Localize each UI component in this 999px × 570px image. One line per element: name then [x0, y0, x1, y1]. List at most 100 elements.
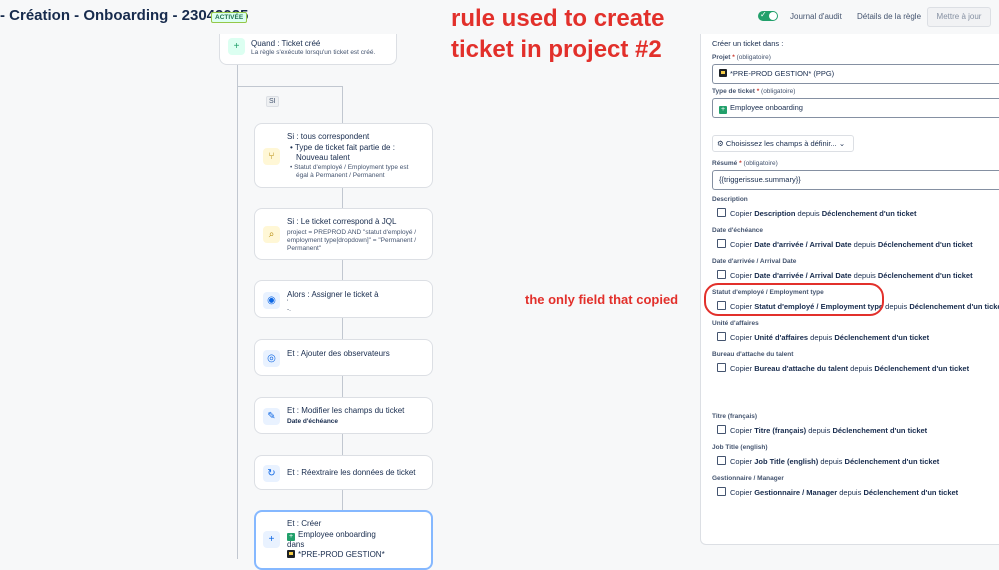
- from-word: depuis: [853, 240, 876, 249]
- required-mark: *: [756, 88, 760, 95]
- copy-field-row[interactable]: Copier Date d'arrivée / Arrival Date dep…: [717, 239, 973, 249]
- condition-all-match-node[interactable]: ⑂ Si : tous correspondent • Type de tick…: [254, 123, 433, 188]
- condition-bullet-2-value: égal à Permanent / Permanent: [296, 172, 385, 179]
- copy-field-row[interactable]: Copier Description depuis Déclenchement …: [717, 208, 916, 218]
- audit-log-link[interactable]: Journal d'audit: [790, 12, 842, 21]
- toggle-knob: [769, 12, 777, 20]
- assign-title: Alors : Assigner le ticket à: [287, 290, 379, 299]
- status-badge: ACTIVÉE: [211, 12, 248, 23]
- from-word: depuis: [850, 364, 873, 373]
- field-label: Gestionnaire / Manager: [712, 475, 784, 482]
- field-label: Date d'échéance: [712, 227, 764, 234]
- update-button[interactable]: Mettre à jour: [927, 7, 991, 27]
- project-select[interactable]: *PRE-PROD GESTION* (PPG): [712, 64, 999, 84]
- trigger-source: Déclenchement d'un ticket: [874, 364, 970, 373]
- annotation-line-1: rule used to create: [451, 5, 665, 32]
- required-note: (obligatoire): [736, 54, 771, 61]
- action-edit-fields-node[interactable]: ✎ Et : Modifier les champs du ticket Dat…: [254, 397, 433, 434]
- type-label-text: Type de ticket: [712, 88, 755, 95]
- copy-icon: [717, 487, 726, 496]
- copy-field-row[interactable]: Copier Titre (français) depuis Déclenche…: [717, 425, 927, 435]
- trigger-source: Déclenchement d'un ticket: [877, 271, 973, 280]
- from-word: depuis: [885, 302, 908, 311]
- action-create-node[interactable]: + Et : Créer + Employee onboarding dans *…: [254, 510, 433, 570]
- required-mark: *: [739, 160, 742, 167]
- field-label: Date d'arrivée / Arrival Date: [712, 258, 797, 265]
- search-icon: ⌕: [263, 226, 280, 243]
- from-word: depuis: [820, 457, 843, 466]
- required-note: (obligatoire): [743, 160, 778, 167]
- copy-icon: [717, 270, 726, 279]
- copy-word: Copier: [730, 426, 753, 435]
- condition-bullet-1: • Type de ticket fait partie de :: [290, 143, 395, 152]
- jql-line-1: project = PREPROD AND "statut d'employé …: [287, 229, 417, 236]
- condition-jql-node[interactable]: ⌕ Si : Le ticket correspond à JQL projec…: [254, 208, 433, 260]
- trigger-title: Quand : Ticket créé: [251, 39, 321, 48]
- copy-field-row[interactable]: Copier Date d'arrivée / Arrival Date dep…: [717, 270, 973, 280]
- copied-field-name: Date d'arrivée / Arrival Date: [754, 240, 852, 249]
- copy-word: Copier: [730, 457, 753, 466]
- field-label: Bureau d'attache du talent: [712, 351, 794, 358]
- condition-bullet-2-text: Statut d'employé / Employment type est: [294, 164, 409, 171]
- create-project-text: *PRE-PROD GESTION*: [298, 550, 385, 559]
- summary-input[interactable]: {{triggerissue.summary}}: [712, 170, 999, 190]
- plus-icon: +: [263, 531, 280, 548]
- copy-word: Copier: [730, 364, 753, 373]
- condition-bullet-1-value: Nouveau talent: [296, 153, 350, 162]
- copied-field-name: Job Title (english): [754, 457, 819, 466]
- refresh-icon: ↻: [263, 465, 280, 482]
- edit-fields-title: Et : Modifier les champs du ticket: [287, 406, 405, 415]
- field-label: Unité d'affaires: [712, 320, 759, 327]
- highlight-circle-annotation: [704, 283, 884, 316]
- choose-fields-dropdown[interactable]: ⚙ Choisissez les champs à définir... ⌄: [712, 135, 854, 152]
- copy-icon: [717, 456, 726, 465]
- from-word: depuis: [808, 426, 831, 435]
- rule-details-link[interactable]: Détails de la règle: [857, 12, 921, 21]
- check-icon: ✓: [760, 10, 767, 19]
- trigger-node[interactable]: + Quand : Ticket créé La règle s'exécute…: [219, 34, 397, 65]
- field-label: Job Title (english): [712, 444, 768, 451]
- condition-bullet-1-text: Type de ticket fait partie de :: [294, 143, 395, 152]
- condition-bullet-2: • Statut d'employé / Employment type est: [290, 164, 409, 171]
- from-word: depuis: [839, 488, 862, 497]
- copied-field-name: Gestionnaire / Manager: [754, 488, 838, 497]
- issue-type-field-label: Type de ticket * (obligatoire): [712, 88, 795, 95]
- jql-line-3: Permanent": [287, 245, 322, 252]
- assign-sub-2: -.: [287, 306, 291, 313]
- branch-label-si: SI: [266, 96, 279, 107]
- copy-field-row[interactable]: Copier Gestionnaire / Manager depuis Déc…: [717, 487, 958, 497]
- copied-field-name: Description: [754, 209, 796, 218]
- condition-title: Si : tous correspondent: [287, 132, 370, 141]
- action-add-watchers-node[interactable]: ◎ Et : Ajouter des observateurs: [254, 339, 433, 376]
- trigger-source: Déclenchement d'un ticket: [844, 457, 940, 466]
- copy-field-row[interactable]: Copier Unité d'affaires depuis Déclenche…: [717, 332, 929, 342]
- create-title: Et : Créer: [287, 519, 322, 528]
- trigger-source: Déclenchement d'un ticket: [877, 240, 973, 249]
- create-dans: dans: [287, 540, 305, 549]
- trigger-source: Déclenchement d'un ticket: [821, 209, 917, 218]
- flow-connector-branch: [237, 86, 343, 87]
- copy-field-row[interactable]: Copier Bureau d'attache du talent depuis…: [717, 363, 969, 373]
- project-icon: [287, 550, 295, 558]
- trigger-source: Déclenchement d'un ticket: [909, 302, 999, 311]
- copy-word: Copier: [730, 488, 753, 497]
- issue-type-select[interactable]: + Employee onboarding: [712, 98, 999, 118]
- trigger-source: Déclenchement d'un ticket: [834, 333, 930, 342]
- copy-word: Copier: [730, 240, 753, 249]
- copied-field-name: Bureau d'attache du talent: [754, 364, 849, 373]
- create-in-label: Créer un ticket dans :: [712, 39, 784, 48]
- eye-icon: ◎: [263, 350, 280, 367]
- rule-enabled-toggle[interactable]: ✓: [758, 10, 778, 21]
- annotation-line-2: ticket in project #2: [451, 36, 662, 63]
- create-type-text: Employee onboarding: [298, 530, 376, 539]
- field-label: Description: [712, 196, 748, 203]
- action-refetch-node[interactable]: ↻ Et : Réextraire les données de ticket: [254, 455, 433, 490]
- chevron-down-icon: ⌄: [838, 139, 846, 148]
- copy-icon: [717, 208, 726, 217]
- copy-field-row[interactable]: Copier Job Title (english) depuis Déclen…: [717, 456, 939, 466]
- annotation-only-field: the only field that copied: [525, 292, 679, 307]
- plus-icon: +: [228, 38, 245, 55]
- choose-fields-text: Choisissez les champs à définir...: [725, 139, 837, 148]
- action-assign-node[interactable]: ◉ Alors : Assigner le ticket à ' -.: [254, 280, 433, 318]
- copy-icon: [717, 239, 726, 248]
